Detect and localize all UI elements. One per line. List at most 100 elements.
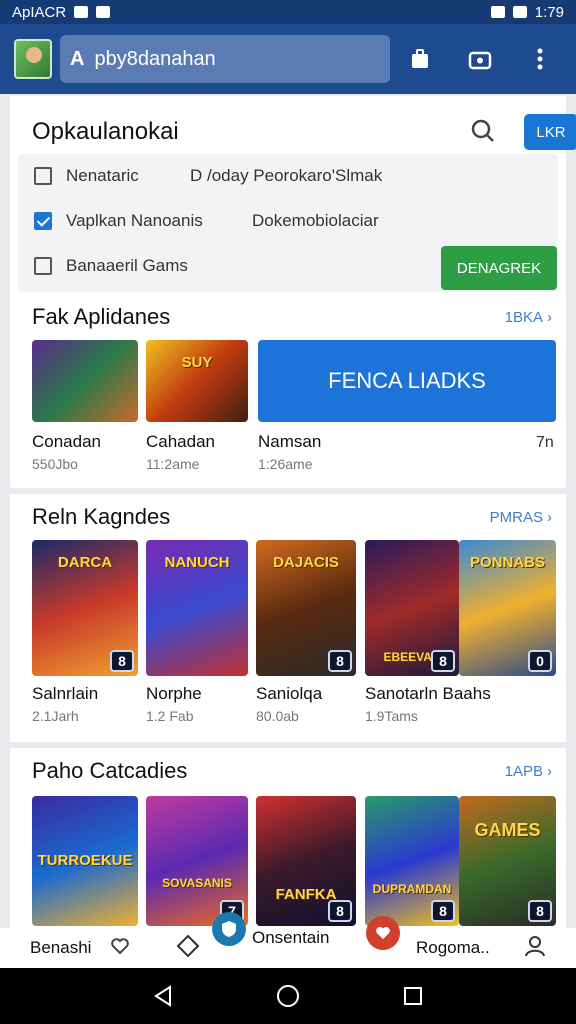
game-tile[interactable]: TURROEKUE [32, 796, 138, 926]
game-tile[interactable]: NANUCH [146, 540, 248, 676]
bottom-nav-item[interactable]: Benashi [30, 937, 130, 959]
bottom-nav-label: Benashi [30, 938, 92, 957]
see-more-link[interactable]: 1BKA › [505, 309, 552, 326]
tile-name: Sanotarln Baahs [365, 684, 491, 703]
tile-title-art: SUY [181, 354, 213, 371]
section-panel: Reln Kagndes PMRAS › DARCA 8 NANUCH DAJA… [10, 494, 566, 742]
tile-title-art: DAJACIS [273, 554, 339, 571]
app-bar: A pby8danahan [0, 24, 576, 94]
game-tile[interactable]: DAJACIS 8 [256, 540, 356, 676]
checkbox[interactable] [34, 212, 52, 230]
tile-sub: 2.1Jarh [32, 708, 79, 724]
filter-row[interactable]: Banaaeril Gams [34, 254, 188, 278]
section-header: Reln Kagndes PMRAS › [32, 502, 552, 532]
rating-badge: 8 [110, 650, 134, 672]
search-prefix: A [70, 47, 85, 70]
see-more-label: 1APB [504, 762, 543, 780]
battery-icon [512, 6, 527, 18]
game-tile[interactable]: SOVASANIS 7 [146, 796, 248, 926]
filter-row[interactable]: Nenataric [34, 164, 139, 188]
bottom-nav-item[interactable]: Rogoma.. [416, 938, 490, 958]
bottom-nav-item[interactable] [176, 934, 200, 963]
tile-name: Namsan [258, 432, 322, 451]
game-tile[interactable]: FANFKA 8 [256, 796, 356, 926]
see-more-link[interactable]: 1APB › [505, 763, 552, 780]
more-vert-icon[interactable] [528, 47, 552, 71]
tile-sub: 11:2ame [146, 456, 200, 472]
chevron-right-icon: › [547, 762, 552, 780]
bottom-nav-item[interactable] [366, 916, 400, 950]
filter-row[interactable]: Vaplkan Nanoanis [34, 209, 203, 233]
tile-title-art: PONNABS [469, 554, 545, 571]
tile-sub: 550Jbo [32, 456, 78, 472]
game-tile[interactable]: PONNABS 0 [459, 540, 556, 676]
tile-name: Cahadan [146, 432, 216, 451]
game-tile[interactable]: EBEEVAR 8 [365, 540, 459, 676]
heart-icon [111, 937, 130, 959]
tile-title-art: NANUCH [164, 554, 230, 571]
rating-badge: 8 [431, 650, 455, 672]
section-title: Paho Catcadies [32, 758, 188, 783]
home-icon[interactable] [276, 984, 300, 1008]
tile-title-art: GAMES [474, 820, 541, 840]
tile-name: Salnrlain [32, 684, 99, 703]
tile-name: Norphe [146, 684, 202, 703]
game-tile[interactable]: GAMES 8 [459, 796, 556, 926]
chevron-right-icon: › [547, 308, 552, 326]
checkbox[interactable] [34, 257, 52, 275]
filter-box: Nenataric D /oday Peorokaro'Slmak Vaplka… [18, 154, 558, 292]
back-icon[interactable] [151, 984, 175, 1008]
rating-badge: 8 [328, 900, 352, 922]
bottom-nav-label: Rogoma.. [416, 938, 490, 957]
chevron-right-icon: › [547, 508, 552, 526]
notification-icon [74, 6, 89, 18]
feature-banner[interactable]: FENCA LIADKS [258, 340, 556, 422]
bottom-nav-item[interactable] [524, 935, 546, 962]
tile-name: Conadan [32, 432, 102, 451]
bag-icon[interactable] [408, 47, 432, 71]
main-panel: Opkaulanokai LKR Nenataric D /oday Peoro… [10, 96, 576, 488]
heart-icon[interactable] [366, 916, 400, 950]
app-tile[interactable] [32, 340, 138, 422]
bottom-nav-item[interactable]: Onsentain [212, 910, 330, 948]
status-left-text: ApIACR [12, 3, 67, 21]
tile-sub: 1.9Tams [365, 708, 418, 724]
rating-badge: 8 [328, 650, 352, 672]
section-header: Fak Aplidanes 1BKA › [32, 302, 552, 332]
diamond-icon [176, 934, 200, 963]
section-header: Paho Catcadies 1APB › [32, 756, 552, 786]
checkbox[interactable] [34, 167, 52, 185]
app-tile[interactable]: SUY [146, 340, 248, 422]
search-input[interactable]: A pby8danahan [60, 35, 390, 83]
shield-icon[interactable] [212, 912, 246, 946]
see-more-link[interactable]: PMRAS › [490, 509, 552, 526]
wifi-icon [490, 6, 505, 18]
game-tile[interactable]: DUPRAMDAN 8 [365, 796, 459, 926]
header-action-button[interactable]: LKR [524, 114, 576, 150]
apply-filter-button[interactable]: DENAGREK [441, 246, 557, 290]
filter-extra: D /oday Peorokaro'Slmak [190, 166, 383, 185]
profile-icon [524, 935, 546, 962]
tile-sub: 1:26ame [258, 456, 313, 472]
page-title: Opkaulanokai [32, 118, 179, 145]
section-title: Fak Aplidanes [32, 304, 171, 329]
search-icon[interactable] [470, 118, 496, 149]
tile-title-art: DUPRAMDAN [372, 882, 452, 896]
see-more-label: PMRAS [489, 508, 543, 526]
bottom-nav-label: Onsentain [252, 928, 330, 947]
tile-title-art: TURROEKUE [37, 852, 133, 869]
filter-label: Banaaeril Gams [66, 256, 188, 275]
rating-badge: 8 [528, 900, 552, 922]
status-bar: ApIACR 1:79 [0, 0, 576, 24]
tile-sub: 1.2 Fab [146, 708, 194, 724]
system-nav-bar [0, 968, 576, 1024]
bottom-nav: Benashi Onsentain Rogoma.. [0, 912, 576, 968]
game-tile[interactable]: DARCA 8 [32, 540, 138, 676]
recents-icon[interactable] [401, 984, 425, 1008]
filter-label: Nenataric [66, 166, 139, 185]
camera-icon[interactable] [468, 47, 492, 71]
filter-label: Vaplkan Nanoanis [66, 211, 203, 230]
avatar[interactable] [14, 39, 52, 79]
tile-title-art: DARCA [57, 554, 113, 571]
rating-badge: 0 [528, 650, 552, 672]
